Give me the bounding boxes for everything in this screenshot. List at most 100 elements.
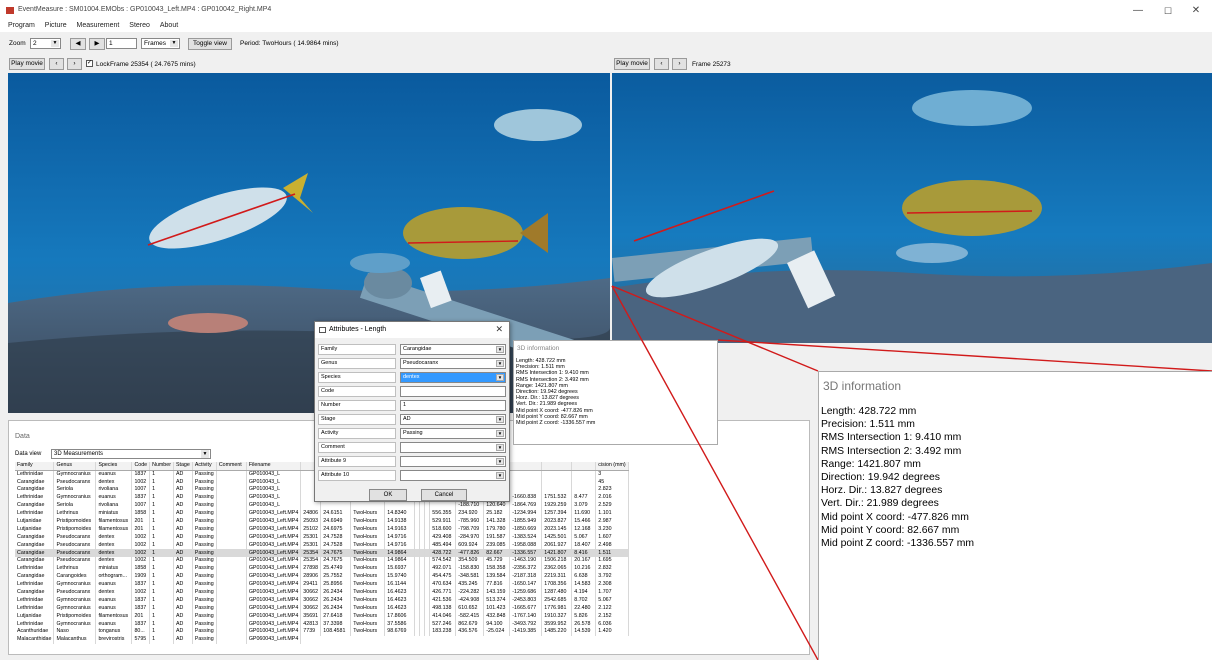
attribute-select[interactable]: AD ▼ <box>400 414 506 425</box>
column-header[interactable] <box>541 462 573 471</box>
attribute-label: Stage <box>318 414 396 425</box>
table-cell: 14.9864 <box>384 549 416 558</box>
table-row[interactable]: Carangidae Pseudocaranx dentex 1002 1 AD Passi… <box>15 541 629 550</box>
menu-program[interactable]: Program <box>8 20 35 32</box>
table-cell: 2023.827 <box>541 517 573 526</box>
attribute-select[interactable]: ▼ <box>400 442 506 453</box>
table-row[interactable]: Carangidae Pseudocaranx dentex 1002 1 AD Passi… <box>15 549 629 558</box>
table-cell: -424.908 <box>455 596 485 605</box>
table-cell: 414.046 <box>429 612 457 621</box>
table-cell: 25301 <box>300 533 322 542</box>
frame-step-input[interactable]: 1 <box>106 38 137 49</box>
table-cell: Passing <box>192 588 217 597</box>
attribute-select[interactable]: ▼ <box>400 456 506 467</box>
table-row[interactable]: Carangidae Carangoides orthogram... 1909 1 AD… <box>15 573 629 581</box>
prev-frame-button[interactable]: ◀ <box>70 38 86 50</box>
table-row[interactable]: Lethrinidae Lethrinus miniatus 1858 1 AD Passi… <box>15 509 629 518</box>
column-header[interactable]: Family <box>15 462 55 471</box>
attribute-select[interactable]: ▼ <box>400 470 506 481</box>
data-view-select[interactable]: 3D Measurements ▼ <box>51 449 211 459</box>
column-header[interactable]: Genus <box>53 462 97 471</box>
minimize-button[interactable]: — <box>1125 4 1151 18</box>
column-header[interactable]: Number <box>149 462 174 471</box>
table-row[interactable]: Carangidae Pseudocaranx dentex 1002 1 AD Passi… <box>15 588 629 597</box>
menu-stereo[interactable]: Stereo <box>129 20 150 32</box>
table-row[interactable]: Lethrinidae Lethrinus miniatus 1858 1 AD Passi… <box>15 565 629 574</box>
column-header[interactable]: Comment <box>216 462 247 471</box>
table-row[interactable]: Carangidae Pseudocaranx dentex 1002 1 AD Passi… <box>15 533 629 542</box>
attribute-input[interactable]: 1 <box>400 400 506 411</box>
table-row[interactable]: Acanthuridae Naso tonganus 80... 1 AD Passing G… <box>15 628 629 637</box>
table-cell: 609.924 <box>455 541 485 550</box>
table-cell: Pristipomoides <box>53 612 97 621</box>
attribute-select[interactable]: Carangidae ▼ <box>400 344 506 355</box>
table-cell: 14.9138 <box>384 517 416 526</box>
zoom-select[interactable]: 2 ▼ <box>30 38 61 49</box>
column-header[interactable] <box>509 462 543 471</box>
table-row[interactable]: Carangidae Seriola rivoliana 1007 1 AD Passing… <box>15 502 629 510</box>
table-cell: TwoHours <box>350 565 386 574</box>
table-cell: AD <box>173 588 193 597</box>
lock-checkbox[interactable]: ✓ <box>86 60 93 67</box>
table-cell: 1002 <box>131 588 151 597</box>
right-next-button[interactable]: › <box>672 58 687 70</box>
table-row[interactable]: Lutjanidae Pristipomoides filamentosus 201 1… <box>15 612 629 621</box>
table-cell: 1.707 <box>595 588 629 597</box>
table-cell: 2.498 <box>595 541 629 550</box>
table-row[interactable]: Lethrinidae Gymnocranius euanus 1837 1 AD Pass… <box>15 604 629 613</box>
attribute-select[interactable]: dentex ▼ <box>400 372 506 383</box>
menu-about[interactable]: About <box>160 20 178 32</box>
table-cell: Passing <box>192 525 217 534</box>
table-cell: Pseudocaranx <box>53 541 97 550</box>
menu-picture[interactable]: Picture <box>45 20 67 32</box>
column-header[interactable]: cision (mm) <box>595 462 629 471</box>
column-header[interactable]: Species <box>95 462 133 471</box>
table-row[interactable]: Lutjanidae Pristipomoides filamentosus 201 1… <box>15 525 629 534</box>
info-line: Mid point Z coord: -1336.557 mm <box>516 420 596 427</box>
table-cell: 20.167 <box>571 557 597 566</box>
ok-button[interactable]: OK <box>369 489 407 501</box>
table-cell: 11.690 <box>571 509 597 518</box>
column-header[interactable] <box>571 462 597 471</box>
table-cell: 15.6937 <box>384 565 416 574</box>
left-movie-controls: Play movie ‹ › ✓ Lock Frame 25354 ( 24.7… <box>9 58 609 72</box>
left-next-button[interactable]: › <box>67 58 82 70</box>
attribute-select[interactable]: Passing ▼ <box>400 428 506 439</box>
table-row[interactable]: Lethrinidae Gymnocranius euanus 1837 1 AD Pass… <box>15 596 629 605</box>
menu-measurement[interactable]: Measurement <box>77 20 120 32</box>
info-line: RMS Intersection 1: 9.410 mm <box>821 432 962 444</box>
table-cell: 14.583 <box>571 580 597 589</box>
right-prev-button[interactable]: ‹ <box>654 58 669 70</box>
table-row[interactable]: Carangidae Pseudocaranx dentex 1002 1 AD Passi… <box>15 557 629 566</box>
cancel-button[interactable]: Cancel <box>421 489 467 501</box>
table-cell: 14.539 <box>571 628 597 637</box>
table-cell: AD <box>173 628 193 637</box>
table-row[interactable]: Lutjanidae Pristipomoides filamentosus 201 1… <box>15 517 629 526</box>
table-cell: Lethrinidae <box>15 565 55 574</box>
table-row[interactable]: Lethrinidae Gymnocranius euanus 1837 1 AD Pass… <box>15 580 629 589</box>
column-header[interactable]: Code <box>131 462 151 471</box>
column-header[interactable]: Filename <box>246 462 302 471</box>
column-header[interactable]: Stage <box>173 462 193 471</box>
table-cell: AD <box>173 494 193 503</box>
right-video-view[interactable] <box>612 73 1212 343</box>
close-button[interactable]: ✕ <box>1183 4 1209 18</box>
attribute-select[interactable]: Pseudocaranx ▼ <box>400 358 506 369</box>
dialog-close-button[interactable]: ✕ <box>495 324 503 335</box>
toggle-view-button[interactable]: Toggle view <box>188 38 232 50</box>
table-cell: 1751.532 <box>541 494 573 503</box>
right-play-movie-button[interactable]: Play movie <box>614 58 650 70</box>
table-cell: 435.245 <box>455 580 485 589</box>
table-row[interactable]: Lethrinidae Gymnocranius euanus 1837 1 AD Pass… <box>15 620 629 629</box>
frames-select[interactable]: Frames ▼ <box>141 38 180 49</box>
table-cell: 14.9716 <box>384 533 416 542</box>
table-row[interactable]: Malacanthidae Malacanthus brevirostris 5795… <box>15 636 628 645</box>
table-cell: 1929.259 <box>541 502 573 510</box>
left-prev-button[interactable]: ‹ <box>49 58 64 70</box>
column-header[interactable]: Activity <box>192 462 217 471</box>
next-frame-button[interactable]: ▶ <box>89 38 105 50</box>
frames-select-value: Frames <box>144 40 167 47</box>
left-play-movie-button[interactable]: Play movie <box>9 58 45 70</box>
attribute-input[interactable] <box>400 386 506 397</box>
maximize-button[interactable]: ☐ <box>1155 4 1181 18</box>
